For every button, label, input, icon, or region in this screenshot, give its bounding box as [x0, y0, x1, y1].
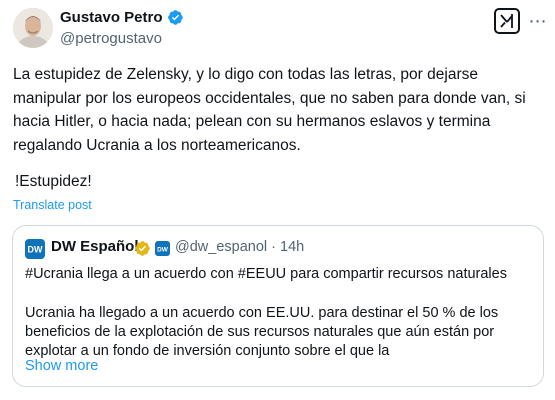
more-options-icon[interactable]: ⋯ — [527, 8, 549, 34]
author-handle[interactable]: @petrogustavo — [60, 30, 162, 47]
grok-button[interactable] — [494, 8, 520, 34]
dw-logo-icon[interactable]: DW — [25, 239, 45, 259]
quoted-author-meta: @dw_espanol · 14h — [175, 239, 304, 255]
post-text-exclamation: !Estupidez! — [15, 173, 92, 190]
show-more-link[interactable]: Show more — [25, 358, 98, 374]
verified-badge-icon — [167, 10, 183, 25]
author-name[interactable]: Gustavo Petro — [60, 9, 184, 26]
avatar-image-icon — [13, 8, 53, 48]
author-name-text: Gustavo Petro — [60, 9, 163, 26]
grok-icon — [500, 14, 513, 28]
quoted-post[interactable]: DW DW Español DW @dw_espanol · 14h #Ucra… — [12, 225, 544, 387]
gold-verified-badge-icon — [135, 241, 150, 256]
quoted-post-body: Ucrania ha llegado a un acuerdo con EE.U… — [25, 305, 499, 359]
svg-text:DW: DW — [157, 246, 168, 253]
post-card: Gustavo Petro @petrogustavo ⋯ La estupid… — [0, 0, 555, 400]
translate-post-link[interactable]: Translate post — [13, 198, 92, 212]
author-avatar[interactable] — [13, 8, 53, 48]
meta-separator: · — [271, 239, 276, 255]
post-text: La estupidez de Zelensky, y lo digo con … — [13, 66, 526, 154]
svg-text:DW: DW — [28, 245, 43, 255]
quoted-author-name[interactable]: DW Español — [51, 238, 139, 255]
quoted-author-handle[interactable]: @dw_espanol — [175, 239, 267, 255]
quoted-post-headline: #Ucrania llega a un acuerdo con #EEUU pa… — [25, 266, 507, 282]
quoted-post-time[interactable]: 14h — [280, 239, 304, 255]
affiliate-badge-icon: DW — [155, 241, 170, 256]
